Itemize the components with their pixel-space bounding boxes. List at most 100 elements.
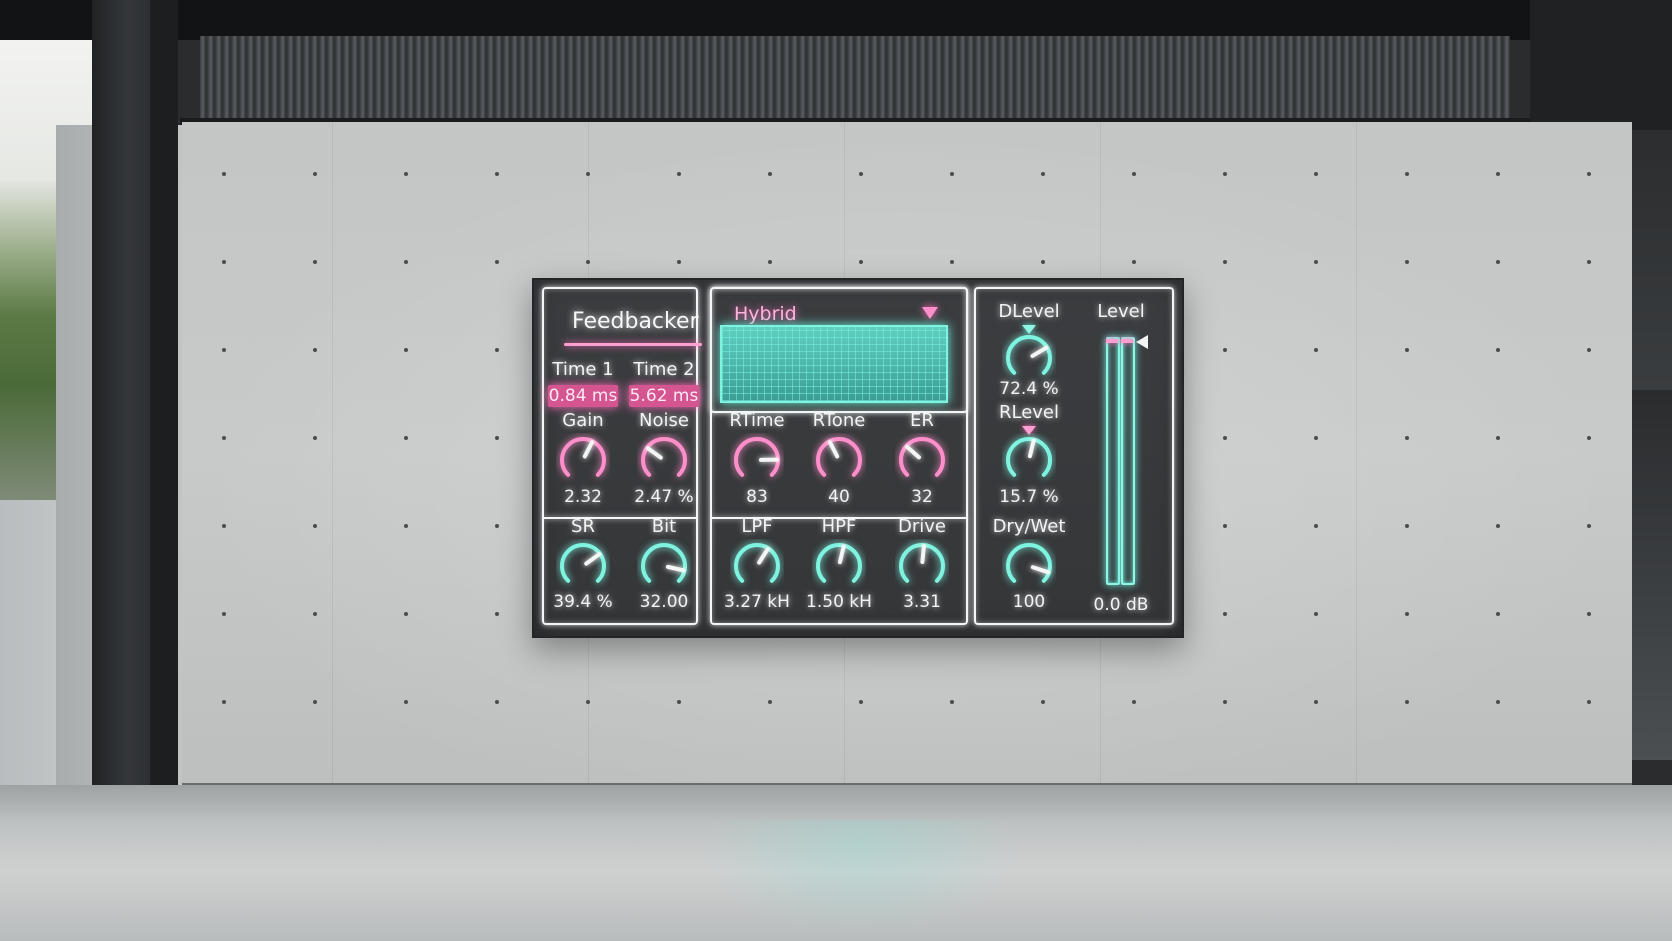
hpf-knob[interactable] bbox=[812, 539, 866, 593]
tie-hole bbox=[586, 260, 590, 264]
dropdown-arrow-icon[interactable] bbox=[922, 307, 938, 319]
wall-seam bbox=[1356, 122, 1357, 787]
er-value: 32 bbox=[911, 487, 933, 507]
knob-pointer bbox=[827, 440, 840, 459]
knob-ring bbox=[734, 543, 780, 583]
knob-pointer bbox=[1027, 438, 1036, 459]
tie-hole bbox=[495, 524, 499, 528]
tie-hole bbox=[495, 260, 499, 264]
tie-hole bbox=[950, 172, 954, 176]
tie-hole bbox=[1405, 612, 1409, 616]
right-section: DLevel 72.4 % RLevel 15.7 % Dry/Wet 100 … bbox=[974, 287, 1174, 625]
tie-hole bbox=[222, 172, 226, 176]
tie-hole bbox=[313, 524, 317, 528]
level-pointer-icon[interactable] bbox=[1136, 335, 1148, 349]
tie-hole bbox=[1496, 524, 1500, 528]
tie-hole bbox=[1041, 172, 1045, 176]
knob-pointer bbox=[582, 440, 595, 459]
rlevel-knob[interactable] bbox=[1002, 433, 1056, 487]
tie-hole bbox=[222, 348, 226, 352]
bit-knob[interactable] bbox=[637, 539, 691, 593]
left-pillar-inner bbox=[150, 0, 178, 790]
peak-right bbox=[1121, 339, 1133, 343]
noise-label: Noise bbox=[639, 410, 689, 431]
tie-hole bbox=[313, 700, 317, 704]
tie-hole bbox=[1132, 700, 1136, 704]
lpf-knob[interactable] bbox=[730, 539, 784, 593]
er-knob[interactable] bbox=[895, 433, 949, 487]
tie-hole bbox=[859, 260, 863, 264]
tie-hole bbox=[1041, 260, 1045, 264]
tie-hole bbox=[1314, 348, 1318, 352]
tie-hole bbox=[950, 260, 954, 264]
tie-hole bbox=[1496, 172, 1500, 176]
tie-hole bbox=[1587, 612, 1591, 616]
knob-pointer bbox=[837, 544, 846, 565]
tie-hole bbox=[1223, 348, 1227, 352]
tie-hole bbox=[404, 700, 408, 704]
tie-hole bbox=[404, 524, 408, 528]
rtone-knob[interactable] bbox=[812, 433, 866, 487]
tie-hole bbox=[1587, 436, 1591, 440]
time1-label: Time 1 bbox=[552, 359, 614, 380]
tie-hole bbox=[1223, 700, 1227, 704]
tie-hole bbox=[859, 172, 863, 176]
tie-hole bbox=[495, 172, 499, 176]
mode-dropdown[interactable]: Hybrid bbox=[734, 303, 797, 325]
time1-field[interactable]: 0.84 ms bbox=[548, 385, 618, 407]
drywet-label: Dry/Wet bbox=[992, 516, 1066, 537]
tie-hole bbox=[1132, 172, 1136, 176]
knob-pointer bbox=[1030, 565, 1051, 575]
knob-pointer bbox=[645, 446, 663, 460]
knob-ring bbox=[560, 543, 606, 583]
knob-ring bbox=[1006, 543, 1052, 583]
bit-value: 32.00 bbox=[639, 592, 689, 612]
sr-knob[interactable] bbox=[556, 539, 610, 593]
tie-hole bbox=[1496, 436, 1500, 440]
reverb-display bbox=[720, 325, 948, 403]
rtime-knob[interactable] bbox=[730, 433, 784, 487]
tie-hole bbox=[1405, 524, 1409, 528]
tie-hole bbox=[1314, 612, 1318, 616]
tie-hole bbox=[768, 260, 772, 264]
wall-seam bbox=[332, 122, 333, 787]
tie-hole bbox=[222, 436, 226, 440]
tie-hole bbox=[404, 612, 408, 616]
tie-hole bbox=[1314, 524, 1318, 528]
tie-hole bbox=[768, 700, 772, 704]
lpf-label: LPF bbox=[741, 516, 773, 537]
tie-hole bbox=[1223, 612, 1227, 616]
knob-pointer bbox=[920, 544, 926, 565]
knob-ring bbox=[641, 437, 687, 477]
gain-knob[interactable] bbox=[556, 433, 610, 487]
dlevel-knob[interactable] bbox=[1002, 331, 1056, 385]
tie-hole bbox=[1314, 700, 1318, 704]
noise-knob[interactable] bbox=[637, 433, 691, 487]
tie-hole bbox=[1496, 700, 1500, 704]
tie-hole bbox=[1405, 172, 1409, 176]
knob-pointer bbox=[904, 444, 921, 460]
drive-knob[interactable] bbox=[895, 539, 949, 593]
level-meter-right bbox=[1121, 337, 1135, 585]
tie-hole bbox=[768, 172, 772, 176]
tie-hole bbox=[1405, 700, 1409, 704]
gain-label: Gain bbox=[562, 410, 604, 431]
feedbacker-plugin: Feedbacker Time 1 Time 2 0.84 ms 5.62 ms… bbox=[532, 278, 1184, 638]
dlevel-label: DLevel bbox=[998, 301, 1060, 322]
tie-hole bbox=[1587, 348, 1591, 352]
knob-ring bbox=[641, 543, 687, 583]
middle-section: Hybrid RTime RTone ER 83 40 32 LPF HPF D… bbox=[710, 287, 968, 625]
knob-ring bbox=[734, 437, 780, 477]
time2-label: Time 2 bbox=[633, 359, 695, 380]
sr-label: SR bbox=[571, 516, 595, 537]
drywet-knob[interactable] bbox=[1002, 539, 1056, 593]
tie-hole bbox=[222, 260, 226, 264]
tie-hole bbox=[313, 260, 317, 264]
tie-hole bbox=[404, 436, 408, 440]
time2-field[interactable]: 5.62 ms bbox=[629, 385, 699, 407]
right-pillar bbox=[1530, 0, 1672, 130]
tie-hole bbox=[313, 348, 317, 352]
tie-hole bbox=[404, 260, 408, 264]
tie-hole bbox=[222, 612, 226, 616]
tie-hole bbox=[1496, 348, 1500, 352]
